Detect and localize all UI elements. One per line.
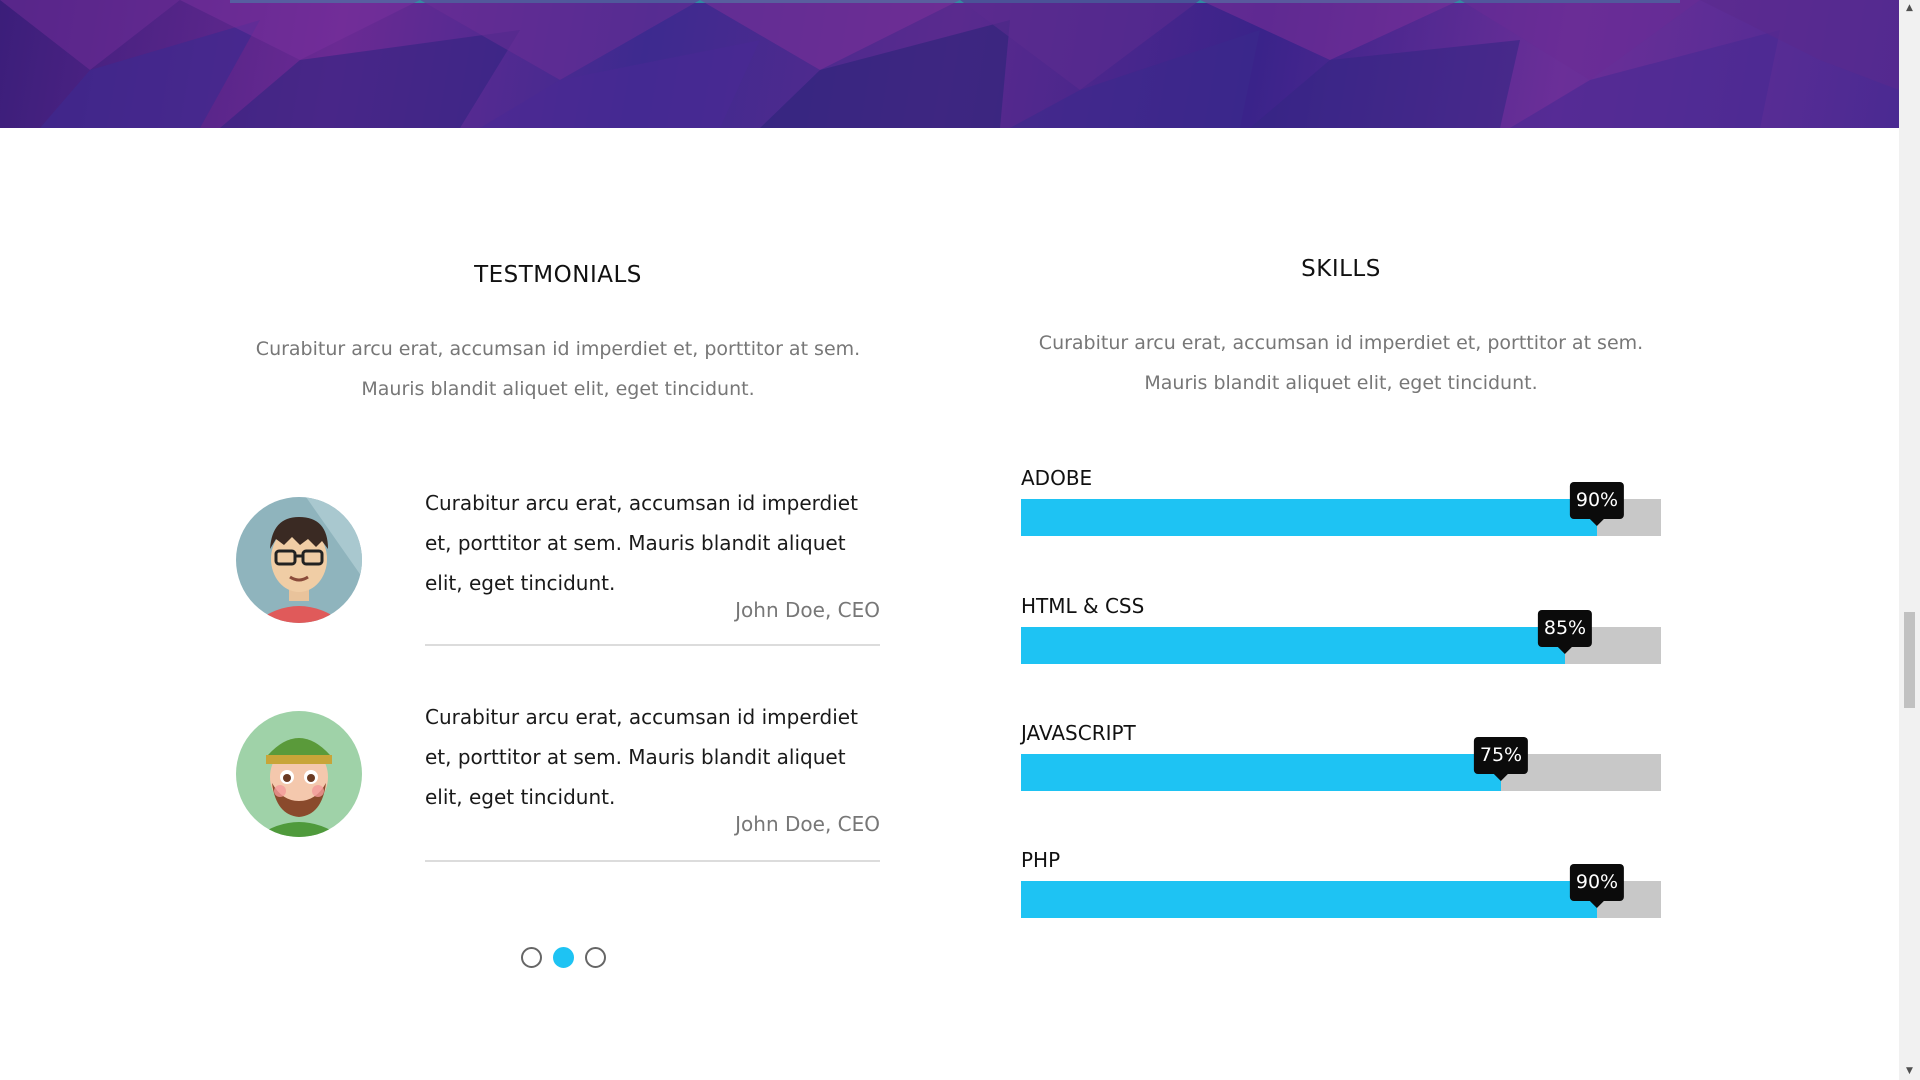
skills-intro-line-2: Mauris blandit aliquet elit, eget tincid… [1144, 372, 1538, 394]
hero-banner [0, 0, 1899, 128]
testimonial-divider [425, 644, 880, 646]
low-poly-background [0, 0, 1899, 128]
scrollbar-thumb[interactable] [1904, 612, 1915, 708]
pagination-dot-1[interactable] [521, 947, 542, 968]
skill-name: ADOBE [1021, 466, 1093, 490]
skill-percent-badge: 85% [1537, 610, 1593, 654]
skill-progress-track: 75% [1021, 737, 1661, 791]
testimonials-intro-line-1: Curabitur arcu erat, accumsan id imperdi… [255, 338, 861, 360]
pagination-dot-3[interactable] [585, 947, 606, 968]
page-scrollbar[interactable]: ▲ ▼ [1899, 0, 1920, 1080]
skill-progress-track: 90% [1021, 482, 1661, 536]
skill-percent-badge: 90% [1569, 482, 1625, 526]
skill-progress-track: 85% [1021, 610, 1661, 664]
testimonial-pagination [521, 947, 606, 968]
testimonial-quote: Curabitur arcu erat, accumsan id imperdi… [425, 705, 858, 809]
man-with-glasses-avatar-icon [236, 497, 362, 623]
skill-percent-badge: 90% [1569, 864, 1625, 908]
skill-percent-badge: 75% [1473, 737, 1529, 781]
skills-intro-line-1: Curabitur arcu erat, accumsan id imperdi… [1038, 332, 1644, 354]
testimonial-author: John Doe, CEO [735, 598, 880, 622]
skills-title: SKILLS [1301, 256, 1381, 282]
testimonials-title: TESTMONIALS [474, 262, 642, 288]
skill-name: HTML & CSS [1021, 594, 1145, 618]
skill-progress-fill [1021, 754, 1501, 791]
scroll-up-arrow-icon[interactable]: ▲ [1899, 0, 1920, 17]
skill-name: PHP [1021, 848, 1061, 872]
skill-name: JAVASCRIPT [1021, 721, 1136, 745]
skill-progress-track: 90% [1021, 864, 1661, 918]
bearded-man-with-hat-avatar-icon [236, 711, 362, 837]
testimonials-intro: Curabitur arcu erat, accumsan id imperdi… [208, 329, 908, 409]
skill-progress-fill [1021, 499, 1597, 536]
testimonials-intro-line-2: Mauris blandit aliquet elit, eget tincid… [361, 378, 755, 400]
skills-intro: Curabitur arcu erat, accumsan id imperdi… [991, 323, 1691, 403]
testimonial-author: John Doe, CEO [735, 812, 880, 836]
testimonial-quote: Curabitur arcu erat, accumsan id imperdi… [425, 491, 858, 595]
skill-progress-fill [1021, 627, 1565, 664]
skill-progress-fill [1021, 881, 1597, 918]
pagination-dot-2[interactable] [553, 947, 574, 968]
testimonial-divider [425, 860, 880, 862]
scroll-down-arrow-icon[interactable]: ▼ [1899, 1063, 1920, 1080]
